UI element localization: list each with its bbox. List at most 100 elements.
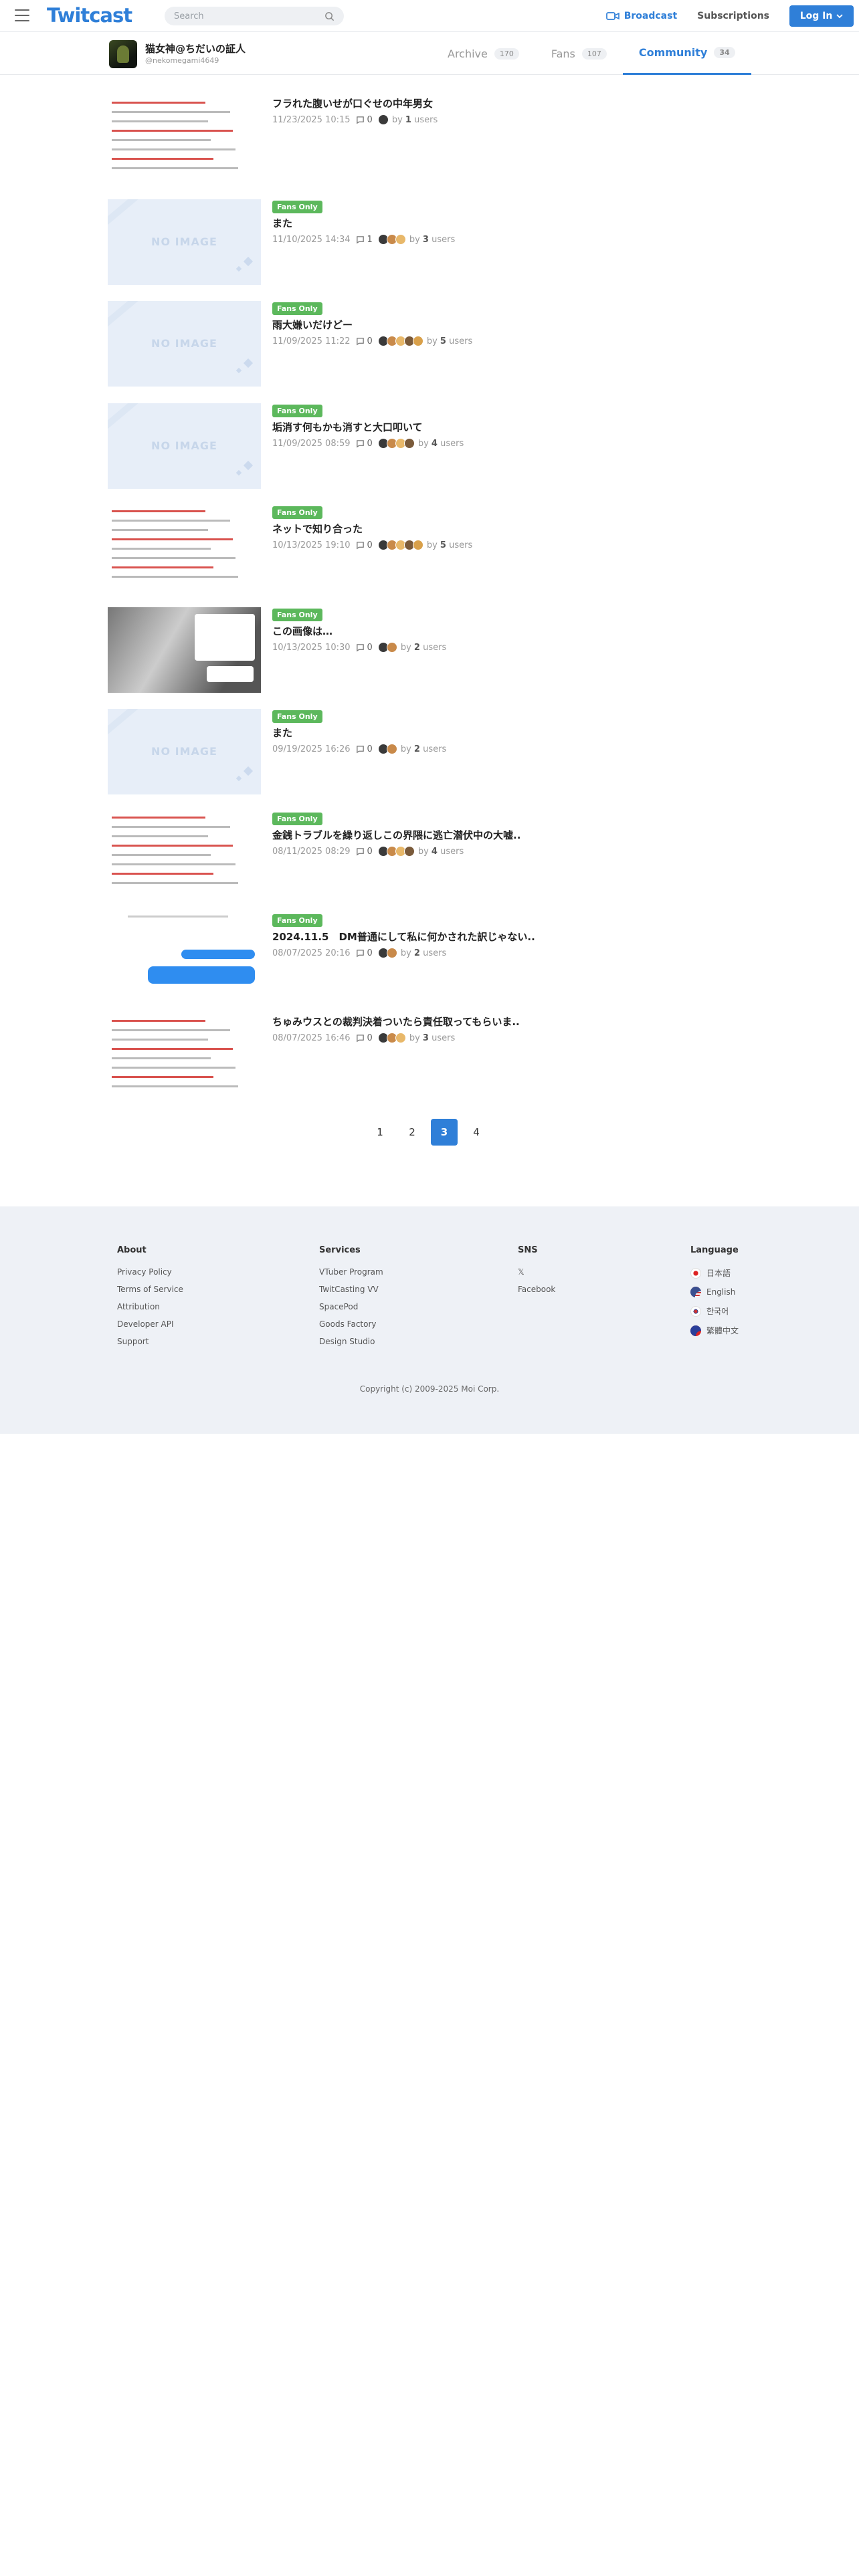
comment-count: 0	[356, 540, 373, 550]
language-traditional-chinese[interactable]: 繁體中文	[690, 1325, 739, 1336]
login-button[interactable]: Log In	[789, 5, 854, 27]
japan-flag-icon	[690, 1267, 701, 1279]
post-date: 09/19/2025 16:26	[272, 744, 351, 754]
comment-count-value: 1	[367, 234, 373, 245]
footer-heading: Services	[319, 1245, 361, 1255]
design-studio-link[interactable]: Design Studio	[319, 1337, 383, 1346]
top-navigation-bar: Twitcast Broadcast Subscriptions Log In	[0, 0, 859, 32]
privacy-policy-link[interactable]: Privacy Policy	[117, 1267, 183, 1277]
broadcast-label: Broadcast	[624, 11, 678, 21]
terms-link[interactable]: Terms of Service	[117, 1285, 183, 1294]
support-link[interactable]: Support	[117, 1337, 183, 1346]
attribution-link[interactable]: Attribution	[117, 1302, 183, 1311]
tab-community[interactable]: Community 34	[622, 32, 751, 75]
participant-avatars	[377, 234, 406, 245]
post-title[interactable]: 金銭トラブルを繰り返しこの界隈に逃亡潜伏中の大嘘..	[272, 828, 520, 842]
community-post[interactable]: Fans Only この画像は… 10/13/2025 10:30 0 by 2…	[108, 607, 750, 693]
post-date: 11/09/2025 11:22	[272, 336, 351, 346]
page-1[interactable]: 1	[367, 1119, 393, 1146]
community-post[interactable]: NO IMAGE Fans Only また 09/19/2025 16:26 0…	[108, 709, 750, 794]
community-post[interactable]: Fans Only 2024.11.5 DM普通にして私に何かされた訳じゃない.…	[108, 913, 750, 998]
profile-name[interactable]: 猫女神@ちだいの証人	[145, 41, 246, 56]
post-title[interactable]: 2024.11.5 DM普通にして私に何かされた訳じゃない..	[272, 930, 535, 944]
by-label: by	[400, 642, 411, 653]
fans-only-badge: Fans Only	[272, 914, 322, 927]
post-title[interactable]: また	[272, 726, 446, 740]
no-image-label: NO IMAGE	[151, 745, 217, 758]
profile-tabs: Archive 170 Fans 107 Community 34	[432, 32, 751, 75]
vtuber-program-link[interactable]: VTuber Program	[319, 1267, 383, 1277]
post-thumbnail[interactable]	[108, 913, 261, 998]
search-input[interactable]	[174, 11, 324, 21]
search-icon[interactable]	[324, 11, 335, 21]
community-post[interactable]: フラれた腹いせが口ぐせの中年男女 11/23/2025 10:15 0 by 1…	[108, 96, 750, 182]
menu-icon[interactable]	[15, 9, 29, 21]
post-thumbnail[interactable]	[108, 1014, 261, 1100]
post-title[interactable]: フラれた腹いせが口ぐせの中年男女	[272, 96, 438, 110]
comment-icon	[356, 541, 364, 549]
participant-count: by 3 users	[409, 1033, 455, 1043]
post-thumbnail[interactable]	[108, 607, 261, 693]
goods-factory-link[interactable]: Goods Factory	[319, 1319, 383, 1329]
post-thumbnail[interactable]: NO IMAGE	[108, 403, 261, 489]
community-post[interactable]: NO IMAGE Fans Only また 11/10/2025 14:34 1…	[108, 199, 750, 285]
tab-fans[interactable]: Fans 107	[535, 32, 623, 75]
users-label: users	[449, 336, 473, 346]
post-title[interactable]: この画像は…	[272, 624, 446, 638]
developer-api-link[interactable]: Developer API	[117, 1319, 183, 1329]
comment-count: 0	[356, 847, 373, 857]
post-title[interactable]: 雨大嫌いだけどー	[272, 318, 472, 332]
community-post[interactable]: ちゅみウスとの裁判決着ついたら責任取ってもらいま.. 08/07/2025 16…	[108, 1014, 750, 1100]
community-post[interactable]: Fans Only 金銭トラブルを繰り返しこの界隈に逃亡潜伏中の大嘘.. 08/…	[108, 811, 750, 897]
post-title[interactable]: 垢消す何もかも消すと大口叩いて	[272, 420, 464, 434]
profile-header: 猫女神@ちだいの証人 @nekomegami4649 Archive 170 Fa…	[0, 32, 859, 75]
fans-only-badge: Fans Only	[272, 201, 322, 213]
by-label: by	[426, 540, 438, 550]
search-box[interactable]	[165, 7, 344, 25]
comment-count: 0	[356, 1033, 373, 1043]
users-label: users	[414, 114, 438, 125]
tab-label: Community	[638, 46, 708, 59]
participant-avatar	[412, 540, 423, 550]
community-post[interactable]: Fans Only ネットで知り合った 10/13/2025 19:10 0 b…	[108, 505, 750, 591]
user-count: 2	[413, 642, 420, 653]
post-info: 11/23/2025 10:15 0 by 1 users	[272, 114, 438, 125]
post-thumbnail[interactable]	[108, 505, 261, 591]
facebook-link[interactable]: Facebook	[518, 1285, 555, 1294]
twitcasting-vv-link[interactable]: TwitCasting VV	[319, 1285, 383, 1294]
post-thumbnail[interactable]	[108, 811, 261, 897]
users-label: users	[440, 846, 464, 857]
tab-archive[interactable]: Archive 170	[432, 32, 535, 75]
language-english[interactable]: English	[690, 1287, 739, 1297]
page-2[interactable]: 2	[399, 1119, 425, 1146]
x-link[interactable]: 𝕏	[518, 1267, 555, 1277]
community-post[interactable]: NO IMAGE Fans Only 雨大嫌いだけどー 11/09/2025 1…	[108, 301, 750, 387]
subscriptions-link[interactable]: Subscriptions	[697, 11, 769, 21]
participant-avatars	[377, 846, 415, 857]
post-thumbnail[interactable]	[108, 96, 261, 182]
post-title[interactable]: ネットで知り合った	[272, 522, 472, 536]
community-post[interactable]: NO IMAGE Fans Only 垢消す何もかも消すと大口叩いて 11/09…	[108, 403, 750, 489]
page-4[interactable]: 4	[463, 1119, 490, 1146]
post-thumbnail[interactable]: NO IMAGE	[108, 301, 261, 387]
participant-avatar	[403, 846, 415, 857]
post-thumbnail[interactable]: NO IMAGE	[108, 709, 261, 794]
post-date: 08/11/2025 08:29	[272, 846, 351, 857]
page-3-current[interactable]: 3	[431, 1119, 458, 1146]
avatar[interactable]	[109, 40, 137, 68]
broadcast-button[interactable]: Broadcast	[605, 11, 678, 21]
participant-avatar	[403, 438, 415, 449]
post-title[interactable]: ちゅみウスとの裁判決着ついたら責任取ってもらいま..	[272, 1014, 520, 1029]
spacepod-link[interactable]: SpacePod	[319, 1302, 383, 1311]
language-korean[interactable]: 한국어	[690, 1305, 739, 1317]
no-image-label: NO IMAGE	[151, 235, 217, 248]
by-label: by	[417, 438, 429, 449]
post-thumbnail[interactable]: NO IMAGE	[108, 199, 261, 285]
comment-icon	[356, 643, 364, 651]
participant-count: by 5 users	[427, 540, 472, 550]
users-label: users	[440, 438, 464, 449]
language-japanese[interactable]: 日本語	[690, 1267, 739, 1279]
post-title[interactable]: また	[272, 216, 455, 230]
twitcast-logo[interactable]: Twitcast	[47, 4, 132, 27]
participant-avatars	[377, 744, 397, 754]
